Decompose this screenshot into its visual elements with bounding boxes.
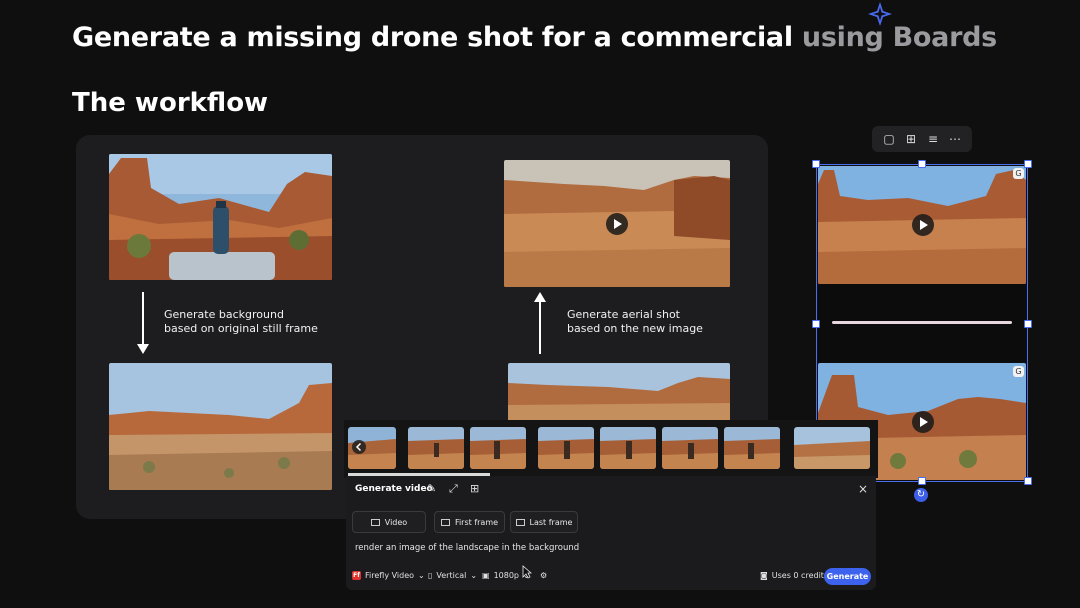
floating-toolbar: ▢ ⊞ ≡ ⋯	[872, 126, 972, 152]
thumbnail[interactable]	[600, 427, 656, 469]
firefly-logo-icon: Ff	[352, 571, 361, 580]
down-arrow-icon	[137, 344, 149, 354]
resolution-label: 1080p	[493, 571, 519, 580]
aerial-shot-video[interactable]	[504, 160, 730, 287]
chevron-down-icon: ⌄	[418, 571, 425, 580]
model-select[interactable]: Ff Firefly Video ⌄	[352, 571, 425, 580]
align-icon[interactable]: ≡	[927, 133, 939, 145]
expand-icon[interactable]: ⤢	[449, 483, 458, 495]
credits-label: Uses 0 credits	[771, 571, 829, 580]
video-icon	[370, 518, 380, 526]
resize-handle[interactable]	[812, 320, 820, 328]
up-arrow-line	[539, 300, 541, 354]
chevron-down-icon: ⌄	[523, 571, 530, 580]
mode-video-label: Video	[384, 517, 408, 527]
mode-last-frame-button[interactable]: Last frame	[510, 511, 578, 533]
thumbnail[interactable]	[662, 427, 718, 469]
settings-icon[interactable]: ⚙	[540, 571, 547, 580]
scroll-left-icon[interactable]	[352, 440, 366, 454]
resize-handle[interactable]	[1024, 477, 1032, 485]
mode-video-button[interactable]: Video	[352, 511, 426, 533]
prompt-input[interactable]: render an image of the landscape in the …	[355, 543, 579, 553]
frame-icon[interactable]: ▢	[883, 133, 895, 145]
resize-handle[interactable]	[1024, 160, 1032, 168]
orientation-select[interactable]: ▯ Vertical ⌄	[428, 571, 477, 580]
step-left-line2: based on original still frame	[164, 322, 318, 335]
step-left-line1: Generate background	[164, 308, 284, 321]
magic-wand-icon[interactable]: ✎	[427, 483, 436, 495]
mode-last-frame-label: Last frame	[529, 517, 573, 527]
thumbnail[interactable]	[408, 427, 464, 469]
model-badge-bottom: G	[1013, 366, 1024, 377]
portrait-icon: ▯	[428, 571, 433, 580]
down-arrow-line	[142, 292, 144, 348]
thumbnail[interactable]	[470, 427, 526, 469]
grid-icon[interactable]: ⊞	[470, 483, 479, 495]
thumbnail[interactable]	[538, 427, 594, 469]
thumbnail-strip	[344, 420, 878, 478]
image-icon	[515, 518, 525, 526]
model-label: Firefly Video	[365, 571, 415, 580]
title-main: Generate a missing drone shot for a comm…	[72, 22, 793, 53]
resize-handle[interactable]	[812, 160, 820, 168]
mode-first-frame-label: First frame	[454, 517, 499, 527]
image-icon	[440, 518, 450, 526]
rotate-icon[interactable]: ↻	[914, 488, 928, 502]
resize-handle[interactable]	[1024, 320, 1032, 328]
image-size-icon: ▣	[482, 571, 490, 580]
thumbnail[interactable]	[794, 427, 870, 469]
generate-video-title: Generate video	[355, 484, 433, 494]
model-badge-top: G	[1013, 168, 1024, 179]
generated-background-image[interactable]	[109, 363, 332, 490]
resize-handle[interactable]	[918, 160, 926, 168]
sparkle-icon	[868, 2, 892, 26]
grid-icon[interactable]: ⊞	[905, 133, 917, 145]
title-muted: using Boards	[801, 22, 997, 53]
play-icon[interactable]	[606, 213, 628, 235]
chevron-down-icon: ⌄	[470, 571, 478, 580]
section-title: The workflow	[72, 88, 269, 118]
generate-button[interactable]: Generate	[824, 568, 871, 585]
step-right-line2: based on the new image	[567, 322, 703, 335]
credits-icon: ◙	[760, 571, 768, 580]
product-still-image[interactable]	[109, 154, 332, 280]
step-left-caption: Generate background based on original st…	[164, 308, 318, 336]
step-right-line1: Generate aerial shot	[567, 308, 680, 321]
new-image[interactable]	[508, 363, 730, 423]
credits-info: ◙ Uses 0 credits	[760, 571, 828, 580]
more-icon[interactable]: ⋯	[949, 133, 961, 145]
step-right-caption: Generate aerial shot based on the new im…	[567, 308, 703, 336]
page-title: Generate a missing drone shot for a comm…	[72, 22, 997, 53]
up-arrow-icon	[534, 292, 546, 302]
orientation-label: Vertical	[436, 571, 467, 580]
resolution-select[interactable]: ▣ 1080p ⌄	[482, 571, 530, 580]
close-icon[interactable]: ×	[858, 482, 868, 496]
thumbnail[interactable]	[724, 427, 780, 469]
mode-first-frame-button[interactable]: First frame	[434, 511, 505, 533]
resize-handle[interactable]	[918, 477, 926, 485]
